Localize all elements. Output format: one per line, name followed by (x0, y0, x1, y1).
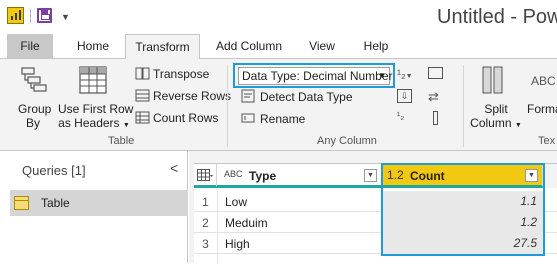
query-label: Table (41, 196, 70, 210)
use-first-row-label-2: as Headers (58, 116, 120, 130)
convert-to-list-icon[interactable] (433, 111, 438, 125)
save-icon[interactable] (37, 8, 52, 23)
unpivot-icon[interactable]: ⇄ (428, 89, 439, 105)
queries-title: Queries [1] (22, 163, 86, 178)
rename-icon (241, 113, 255, 123)
ribbon-divider (227, 65, 228, 147)
split-column-label-2: Column (470, 116, 512, 130)
column-divider (217, 191, 218, 264)
tab-home[interactable]: Home (68, 34, 118, 58)
tab-add-column[interactable]: Add Column (208, 34, 290, 58)
data-type-label: Data Type: Decimal Number (242, 69, 393, 83)
data-grid-area: ABC Type ▼ 1.2 Count ▼ 1 Low 1.1 2 Medui… (189, 151, 557, 264)
queries-panel: Queries [1] < Table (0, 151, 188, 263)
ribbon-divider (463, 65, 464, 147)
tab-file[interactable]: File (7, 34, 53, 58)
svg-text:ABC: ABC (531, 74, 556, 88)
type-cell[interactable]: High (225, 237, 250, 251)
chevron-down-icon: ▼ (378, 71, 386, 80)
table-grid-icon (197, 169, 213, 181)
ribbon-tabs: File Home Transform Add Column View Help (0, 34, 557, 59)
powerbi-logo-icon (7, 7, 24, 24)
chevron-down-icon: ▼ (514, 122, 522, 129)
transpose-button[interactable]: Transpose (153, 67, 209, 81)
detect-data-type-icon (241, 89, 255, 103)
group-by-label-1: Group (18, 102, 52, 116)
split-column-label-1: Split (484, 102, 508, 116)
query-item-table[interactable]: Table (10, 190, 188, 216)
window-title: Untitled - Pow (437, 6, 557, 28)
count-rows-button[interactable]: Count Rows (153, 111, 218, 125)
split-column-button[interactable]: Split Column ▼ (470, 102, 522, 130)
row-number: 2 (202, 216, 209, 230)
row-number: 3 (202, 237, 209, 251)
group-by-button[interactable]: Group By (18, 102, 51, 130)
transpose-icon (135, 67, 150, 80)
any-column-group-label: Any Column (317, 135, 377, 147)
ribbon: Group By Use First Row as Headers ▼ Tran… (0, 58, 557, 151)
count-column-highlight (381, 163, 545, 256)
tab-transform[interactable]: Transform (125, 34, 200, 59)
data-type-dropdown[interactable]: Data Type: Decimal Number ▼ (238, 67, 393, 85)
use-first-row-button[interactable]: Use First Row as Headers ▼ (58, 102, 134, 130)
pivot-column-icon[interactable]: ¹₂ (397, 111, 404, 122)
quick-access-dropdown-icon[interactable]: ▼ (61, 12, 70, 22)
group-by-label-2: By (26, 116, 41, 130)
tab-help[interactable]: Help (354, 34, 398, 58)
chevron-down-icon: ▼ (122, 122, 130, 129)
count-rows-icon (135, 111, 150, 124)
group-by-icon (21, 67, 47, 92)
format-icon: ABC (531, 74, 556, 88)
header-filler (543, 164, 557, 188)
reverse-rows-button[interactable]: Reverse Rows (153, 89, 231, 103)
type-cell[interactable]: Low (225, 195, 247, 209)
detect-data-type-button[interactable]: Detect Data Type (260, 90, 353, 104)
column-name-type: Type (249, 169, 277, 183)
format-button[interactable]: Forma (527, 102, 557, 116)
collapse-panel-icon[interactable]: < (170, 160, 178, 176)
column-header-type[interactable]: ABC Type ▼ (217, 164, 383, 188)
toolbar-divider (30, 9, 31, 23)
table-group-label: Table (108, 135, 135, 147)
tab-view[interactable]: View (300, 34, 344, 58)
table-menu-button[interactable] (194, 164, 217, 188)
replace-values-icon[interactable]: ¹₂▼ (397, 67, 413, 81)
fill-down-icon[interactable]: ⇩ (397, 89, 412, 103)
title-bar: ▼ Untitled - Pow (0, 0, 557, 34)
row-number: 1 (202, 195, 209, 209)
move-column-icon[interactable] (428, 67, 443, 79)
text-group-label: Tex (538, 135, 556, 147)
reverse-rows-icon (135, 89, 150, 102)
use-first-row-label-1: Use First Row (58, 102, 134, 116)
table-icon (14, 196, 29, 210)
use-first-row-icon (79, 66, 107, 94)
type-cell[interactable]: Meduim (225, 216, 268, 230)
split-column-icon (482, 66, 503, 94)
filter-dropdown-icon[interactable]: ▼ (364, 169, 377, 182)
text-type-icon: ABC (224, 169, 243, 179)
rename-button[interactable]: Rename (260, 112, 305, 126)
